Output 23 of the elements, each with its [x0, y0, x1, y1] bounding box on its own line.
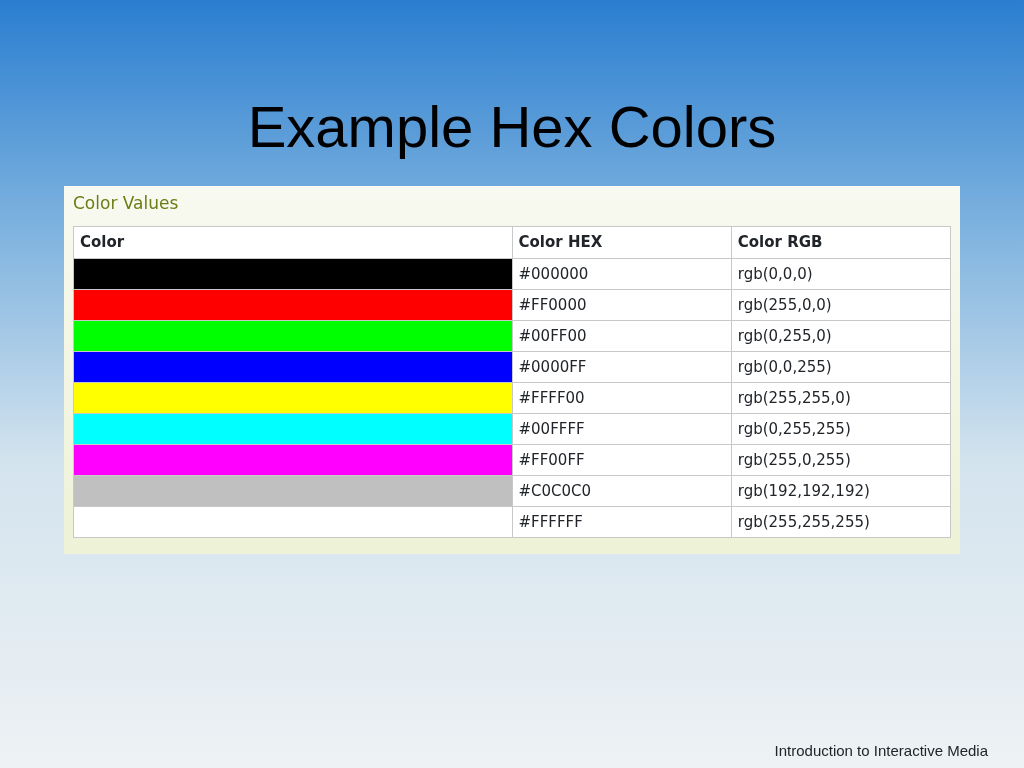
- column-header: Color RGB: [731, 226, 951, 259]
- hex-cell: #000000: [512, 258, 732, 290]
- hex-cell: #FFFFFF: [512, 506, 732, 538]
- hex-cell: #00FF00: [512, 320, 732, 352]
- hex-cell: #C0C0C0: [512, 475, 732, 507]
- column-header: Color: [73, 226, 512, 259]
- hex-cell: #FF0000: [512, 289, 732, 321]
- rgb-cell: rgb(255,0,255): [731, 444, 951, 476]
- column-header: Color HEX: [512, 226, 732, 259]
- rgb-cell: rgb(255,0,0): [731, 289, 951, 321]
- rgb-cell: rgb(255,255,0): [731, 382, 951, 414]
- hex-cell: #0000FF: [512, 351, 732, 383]
- rgb-cell: rgb(255,255,255): [731, 506, 951, 538]
- panel-heading: Color Values: [73, 192, 180, 214]
- hex-cell: #FFFF00: [512, 382, 732, 414]
- slide-footer: Introduction to Interactive Media: [774, 739, 988, 762]
- rgb-cell: rgb(192,192,192): [731, 475, 951, 507]
- rgb-cell: rgb(0,255,255): [731, 413, 951, 445]
- rgb-cell: rgb(0,0,0): [731, 258, 951, 290]
- rgb-cell: rgb(0,255,0): [731, 320, 951, 352]
- hex-cell: #00FFFF: [512, 413, 732, 445]
- hex-cell: #FF00FF: [512, 444, 732, 476]
- rgb-cell: rgb(0,0,255): [731, 351, 951, 383]
